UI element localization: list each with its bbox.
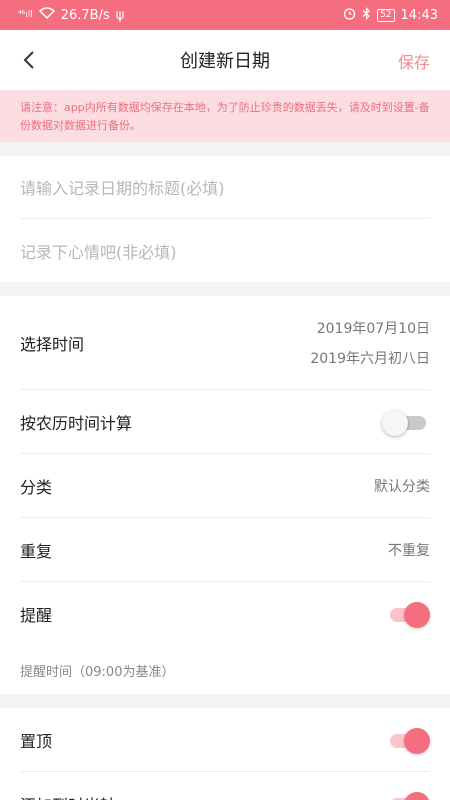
- alarm-icon: [343, 7, 356, 24]
- toggle-knob: [404, 727, 430, 754]
- mood-input[interactable]: 记录下心情吧(非必填): [20, 219, 430, 282]
- app-bar: 创建新日期 保存: [0, 30, 450, 90]
- timeline-label: 添加到时光轴: [20, 792, 116, 800]
- date-values: 2019年07月10日 2019年六月初八日: [310, 318, 430, 368]
- battery-icon: 52: [377, 8, 395, 22]
- category-label: 分类: [20, 477, 53, 497]
- timeline-row: 添加到时光轴: [20, 772, 430, 800]
- repeat-label: 重复: [20, 541, 53, 561]
- toggle-knob: [404, 602, 430, 628]
- wifi-icon: [38, 7, 55, 23]
- repeat-value: 不重复: [388, 542, 430, 559]
- solar-date: 2019年07月10日: [316, 320, 430, 337]
- toggle-knob: [404, 792, 430, 800]
- page-title: 创建新日期: [180, 51, 270, 72]
- network-speed: 26.7B/s: [60, 7, 110, 23]
- select-time-row[interactable]: 选择时间 2019年07月10日 2019年六月初八日: [20, 296, 430, 390]
- lunar-calc-row: 按农历时间计算: [20, 390, 430, 454]
- status-time: 14:43: [400, 7, 438, 23]
- lunar-calc-label: 按农历时间计算: [20, 413, 133, 433]
- timeline-toggle[interactable]: [386, 789, 430, 800]
- section-gap: [0, 694, 450, 708]
- usb-icon: ψ: [115, 7, 125, 23]
- category-row[interactable]: 分类 默认分类: [20, 454, 430, 518]
- chevron-left-icon: [23, 51, 34, 69]
- lunar-calc-toggle[interactable]: [382, 407, 430, 437]
- section-gap: [0, 282, 450, 296]
- reminder-label: 提醒: [20, 606, 53, 625]
- reminder-note: 提醒时间（09:00为基准）: [20, 664, 175, 680]
- back-button[interactable]: [18, 48, 42, 72]
- backup-notice: 请注意：app内所有数据均保存在本地，为了防止珍贵的数据丢失，请及时到设置-备份…: [0, 90, 450, 142]
- category-value: 默认分类: [374, 478, 430, 495]
- title-input[interactable]: 请输入记录日期的标题(必填): [20, 156, 430, 219]
- lunar-date: 2019年六月初八日: [310, 350, 430, 367]
- status-bar: ⁴⁶ıll 26.7B/s ψ 52 14:43: [0, 0, 450, 30]
- select-time-label: 选择时间: [20, 334, 85, 354]
- repeat-row[interactable]: 重复 不重复: [20, 518, 430, 582]
- pin-label: 置顶: [20, 731, 53, 751]
- reminder-row: 提醒: [20, 582, 430, 646]
- save-button[interactable]: 保存: [398, 49, 430, 73]
- pin-row: 置顶: [20, 708, 430, 772]
- section-gap: [0, 142, 450, 156]
- pin-toggle[interactable]: [386, 725, 430, 755]
- signal-icon: ⁴⁶ıll: [18, 10, 33, 20]
- reminder-toggle[interactable]: [386, 599, 430, 629]
- bluetooth-icon: [362, 6, 371, 24]
- toggle-knob: [382, 409, 408, 436]
